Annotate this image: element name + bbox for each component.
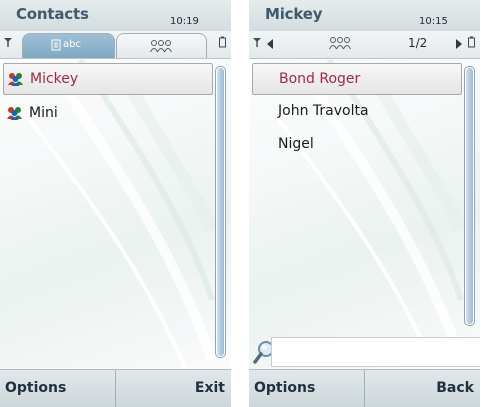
signal-icon <box>4 38 12 47</box>
list-item-label: John Travolta <box>278 103 369 119</box>
screen-title: Mickey <box>265 5 323 23</box>
tab-alphabetical[interactable]: abc <box>22 33 115 58</box>
search-input[interactable] <box>271 337 480 367</box>
clock: 10:15 <box>419 16 448 27</box>
tab-groups[interactable] <box>116 33 207 58</box>
tab-bar: abc <box>0 31 231 59</box>
scroll-thumb[interactable] <box>466 68 473 324</box>
arrow-right-icon[interactable] <box>455 38 463 50</box>
softkey-bar: Options Back <box>249 369 480 407</box>
background-decoration <box>28 58 218 381</box>
softkey-bar: Options Exit <box>0 369 231 407</box>
screen-divider <box>231 0 249 407</box>
list-item[interactable]: Mini <box>3 98 211 130</box>
battery-icon <box>468 36 475 48</box>
arrow-left-icon[interactable] <box>266 38 274 50</box>
scrollbar[interactable] <box>215 66 226 358</box>
list-item-label: Mickey <box>30 71 79 87</box>
group-icon <box>7 107 22 120</box>
group-icon <box>8 73 23 86</box>
signal-icon <box>253 38 261 47</box>
softkey-divider <box>115 370 116 407</box>
scroll-thumb[interactable] <box>217 68 224 356</box>
scrollbar[interactable] <box>464 66 475 326</box>
group-icon <box>150 40 172 53</box>
clock: 10:19 <box>170 16 199 27</box>
options-softkey[interactable]: Options <box>254 380 315 396</box>
page-indicator: 1/2 <box>408 36 428 50</box>
list-item[interactable]: Bond Roger <box>252 63 462 95</box>
title-bar: Mickey 10:15 <box>249 0 480 31</box>
group-members-screen: Mickey 10:15 1/2 Bond Roger John Travolt… <box>249 0 480 407</box>
contacts-screen: Contacts 10:19 abc Mickey Mini Options E… <box>0 0 231 407</box>
address-book-icon <box>51 39 61 51</box>
exit-softkey[interactable]: Exit <box>195 380 225 396</box>
softkey-divider <box>364 370 365 407</box>
group-list: Mickey Mini <box>0 63 213 130</box>
back-softkey[interactable]: Back <box>436 380 474 396</box>
list-item[interactable]: Mickey <box>3 63 213 95</box>
member-list: Bond Roger John Travolta Nigel <box>249 63 462 161</box>
list-item-label: Mini <box>29 105 58 121</box>
list-item-label: Nigel <box>278 136 314 152</box>
tab-label: abc <box>63 39 81 50</box>
screen-title: Contacts <box>16 5 89 23</box>
list-item[interactable]: John Travolta <box>252 96 460 128</box>
options-softkey[interactable]: Options <box>5 380 66 396</box>
group-icon <box>329 37 351 50</box>
battery-icon <box>219 36 226 48</box>
title-bar: Contacts 10:19 <box>0 0 231 31</box>
list-item-label: Bond Roger <box>279 71 361 87</box>
navi-pane: 1/2 <box>249 31 480 59</box>
list-item[interactable]: Nigel <box>252 129 460 161</box>
